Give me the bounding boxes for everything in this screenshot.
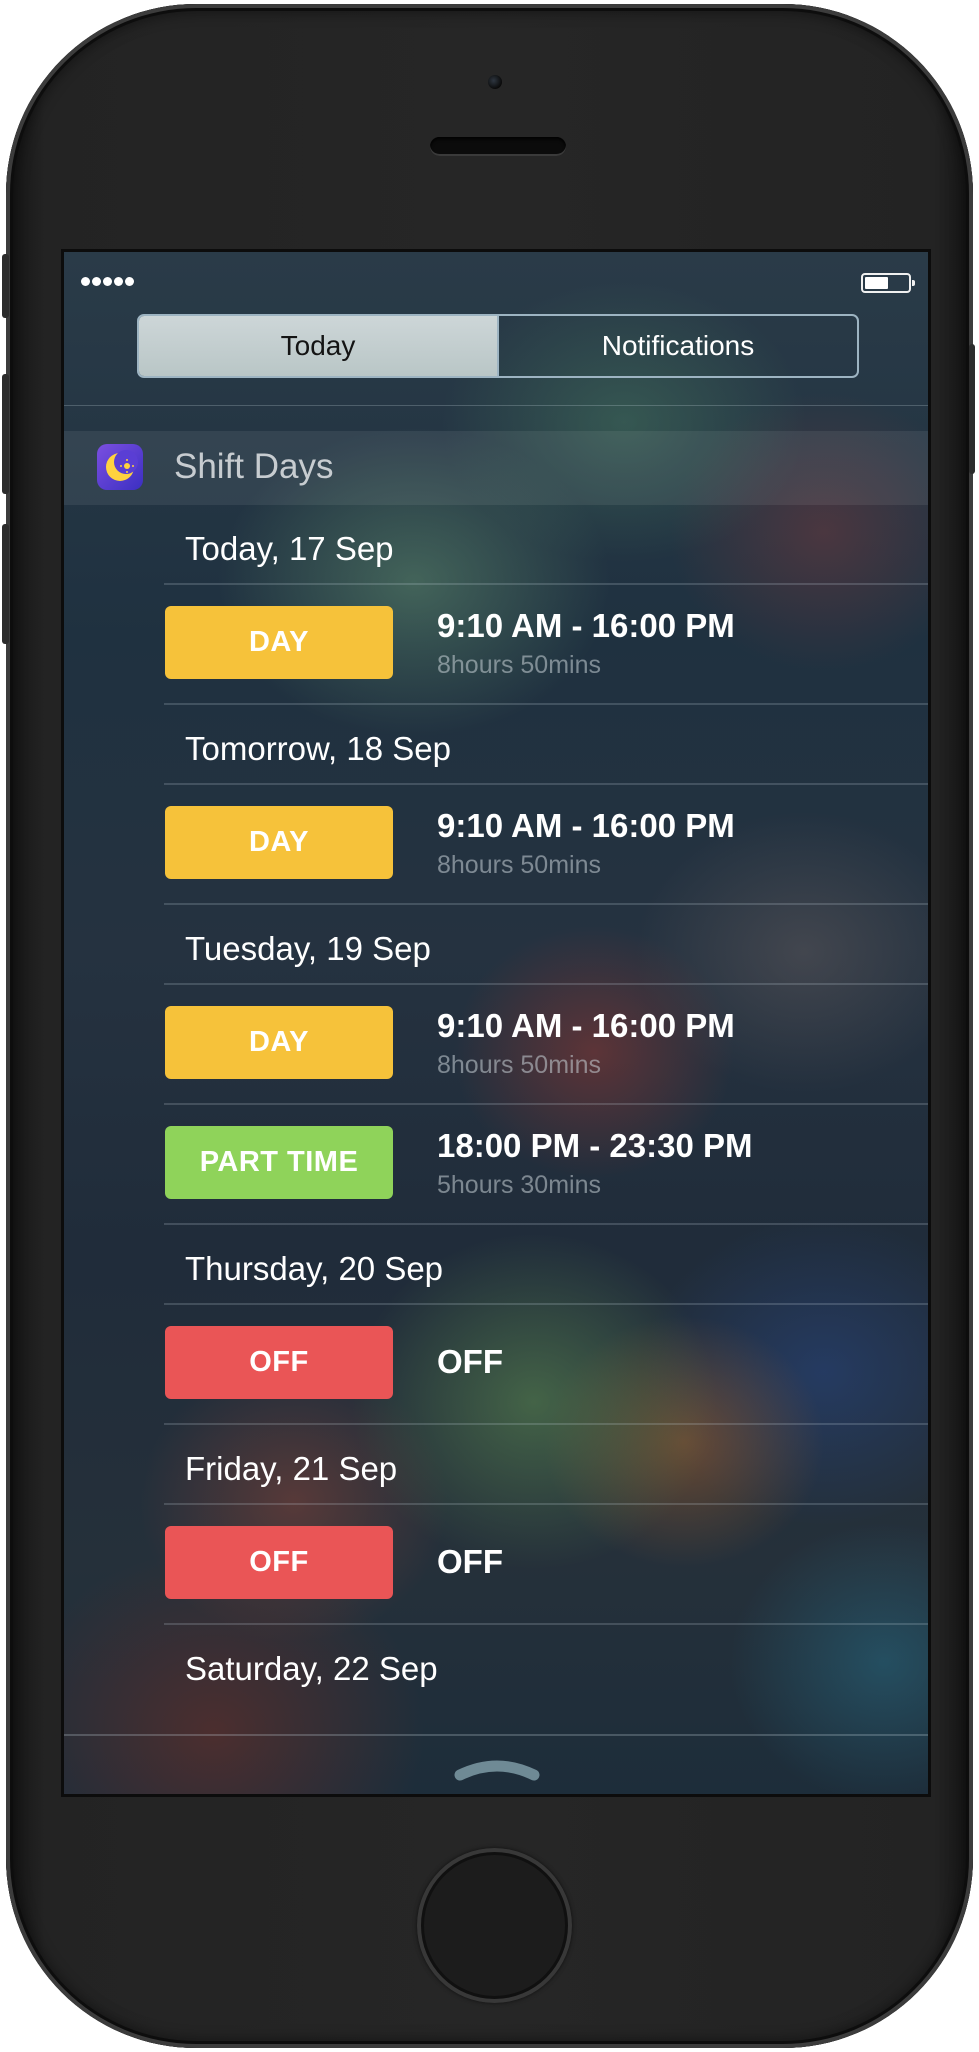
shift-type-badge: DAY <box>165 1006 393 1079</box>
shift-type-badge: OFF <box>165 1526 393 1599</box>
shift-row[interactable]: DAY 9:10 AM - 16:00 PM 8hours 50mins <box>64 585 928 705</box>
shift-row[interactable]: OFF OFF <box>64 1505 928 1625</box>
shift-duration: 5hours 30mins <box>437 1171 601 1199</box>
tab-notifications[interactable]: Notifications <box>497 316 857 376</box>
day-date-label: Friday, 21 Sep <box>185 1450 398 1487</box>
widget-header[interactable]: Shift Days <box>64 431 928 505</box>
shift-time: 9:10 AM - 16:00 PM <box>437 1007 735 1044</box>
shift-duration: 8hours 50mins <box>437 851 601 879</box>
screen: Today Notifications Shift Days Today, 17… <box>61 249 931 1797</box>
front-camera <box>488 75 502 89</box>
day-header: Saturday, 22 Sep <box>64 1625 928 1705</box>
shift-type-badge: DAY <box>165 606 393 679</box>
divider <box>64 405 928 406</box>
shift-list: Today, 17 Sep DAY 9:10 AM - 16:00 PM 8hours… <box>64 505 928 1705</box>
earpiece-speaker <box>430 137 566 156</box>
shift-type-badge: PART TIME <box>165 1126 393 1199</box>
chevron-up-icon[interactable] <box>454 1755 540 1786</box>
mute-switch <box>2 254 9 318</box>
shift-row[interactable]: DAY 9:10 AM - 16:00 PM 8hours 50mins <box>64 985 928 1105</box>
segmented-control: Today Notifications <box>137 314 859 378</box>
day-header: Friday, 21 Sep <box>64 1425 928 1505</box>
day-date-label: Today, 17 Sep <box>185 530 394 567</box>
shift-time: 18:00 PM - 23:30 PM <box>437 1127 753 1164</box>
day-header: Thursday, 20 Sep <box>64 1225 928 1305</box>
shift-off-label: OFF <box>437 1543 503 1580</box>
phone-frame: Today Notifications Shift Days Today, 17… <box>2 4 975 2048</box>
volume-up-button <box>2 374 9 494</box>
home-button[interactable] <box>417 1848 572 2003</box>
signal-dots-icon <box>81 277 134 286</box>
day-date-label: Tuesday, 19 Sep <box>185 930 431 967</box>
notification-center: Today Notifications Shift Days Today, 17… <box>64 252 928 1794</box>
day-date-label: Tomorrow, 18 Sep <box>185 730 451 767</box>
battery-icon <box>861 273 915 293</box>
shift-row[interactable]: DAY 9:10 AM - 16:00 PM 8hours 50mins <box>64 785 928 905</box>
power-button <box>969 344 975 474</box>
widget-app-name: Shift Days <box>174 447 334 486</box>
tab-today[interactable]: Today <box>139 316 497 376</box>
shift-type-badge: OFF <box>165 1326 393 1399</box>
battery-level-fill <box>865 277 888 289</box>
day-date-label: Thursday, 20 Sep <box>185 1250 444 1287</box>
shift-row[interactable]: OFF OFF <box>64 1305 928 1425</box>
moon-sun-icon <box>97 444 143 490</box>
day-header: Today, 17 Sep <box>64 505 928 585</box>
shift-type-badge: DAY <box>165 806 393 879</box>
day-header: Tuesday, 19 Sep <box>64 905 928 985</box>
shift-row[interactable]: PART TIME 18:00 PM - 23:30 PM 5hours 30min… <box>64 1105 928 1225</box>
shift-duration: 8hours 50mins <box>437 1051 601 1079</box>
volume-down-button <box>2 524 9 644</box>
shift-time: 9:10 AM - 16:00 PM <box>437 607 735 644</box>
divider <box>64 1734 928 1736</box>
day-header: Tomorrow, 18 Sep <box>64 705 928 785</box>
day-date-label: Saturday, 22 Sep <box>185 1650 438 1687</box>
shift-time: 9:10 AM - 16:00 PM <box>437 807 735 844</box>
shift-off-label: OFF <box>437 1343 503 1380</box>
shift-duration: 8hours 50mins <box>437 651 601 679</box>
